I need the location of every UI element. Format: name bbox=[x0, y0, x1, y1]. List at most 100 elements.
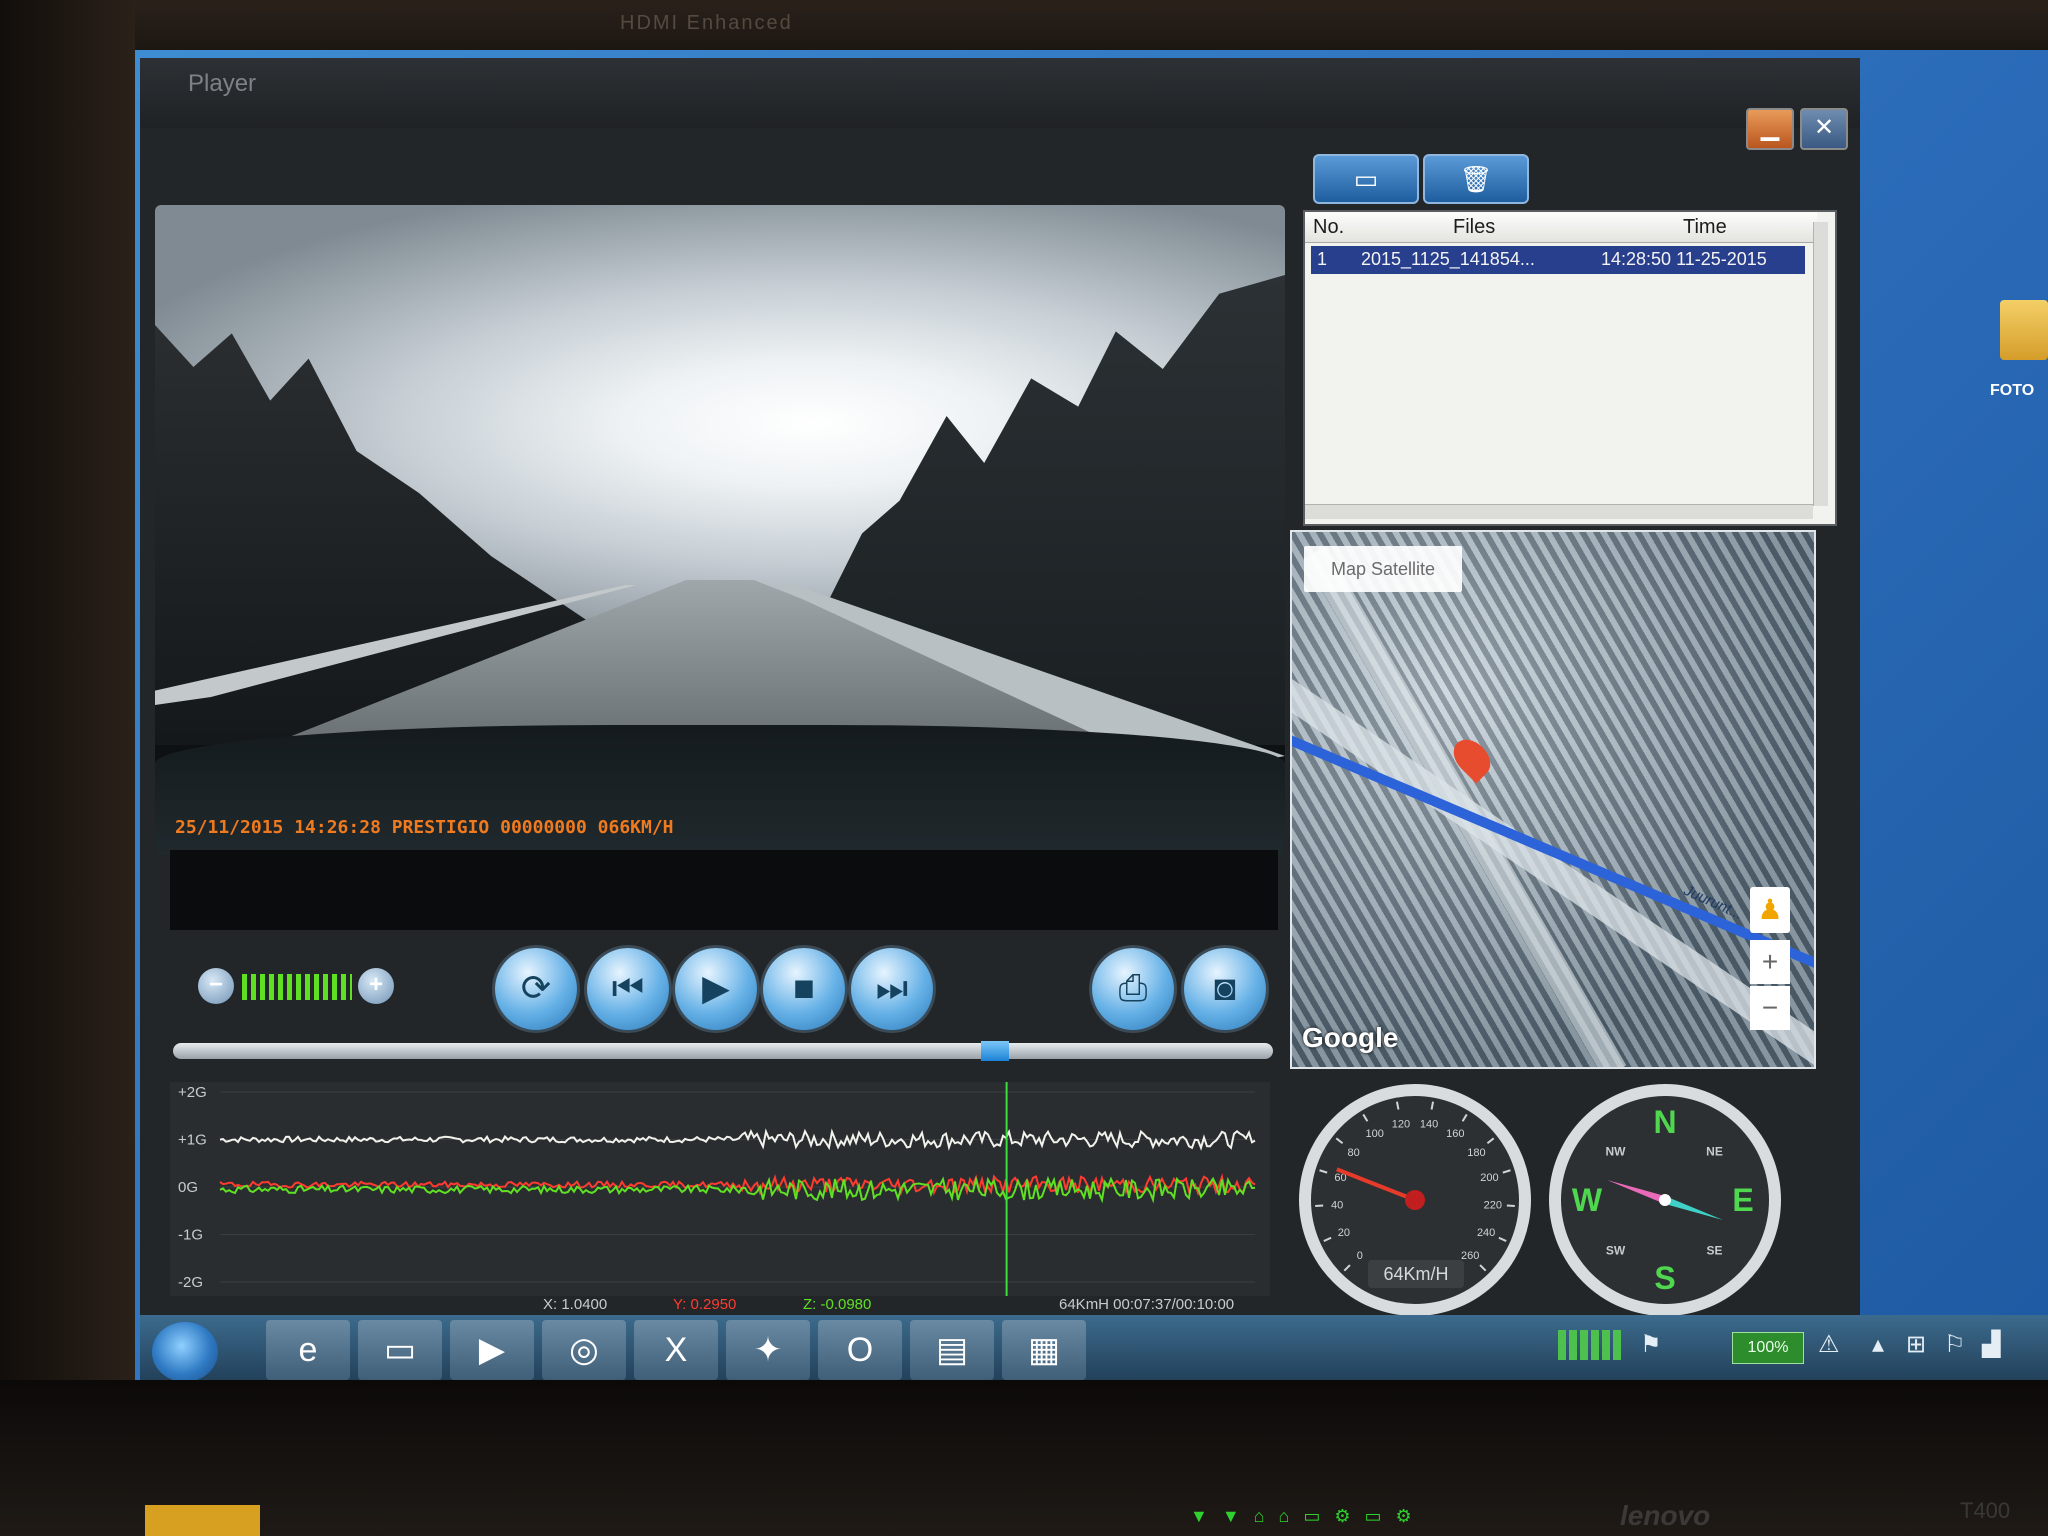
taskbar-app-button[interactable]: X bbox=[634, 1320, 718, 1380]
action-center-icon[interactable]: ⚐ bbox=[1944, 1330, 1966, 1359]
compass-label: SE bbox=[1706, 1243, 1722, 1257]
tray-arrow-icon[interactable]: ▴ bbox=[1872, 1330, 1884, 1359]
file-list-header: No. Files Time bbox=[1305, 212, 1817, 243]
speedometer-tick-label: 180 bbox=[1467, 1147, 1485, 1159]
loop-button[interactable]: ⟳ bbox=[495, 948, 577, 1030]
taskbar-app-button[interactable]: ▤ bbox=[910, 1320, 994, 1380]
print-button[interactable]: ⎙ bbox=[1092, 948, 1174, 1030]
media-player-icon: ▶ bbox=[478, 1331, 506, 1369]
taskbar-app-button[interactable]: ✦ bbox=[726, 1320, 810, 1380]
speedometer-tick-label: 120 bbox=[1392, 1118, 1410, 1130]
trash-icon: 🗑 bbox=[1459, 164, 1493, 194]
video-frame[interactable]: 25/11/2015 14:26:28 PRESTIGIO 00000000 0… bbox=[155, 205, 1285, 855]
next-icon: ⏭ bbox=[875, 967, 909, 1008]
wireless-icon[interactable]: ⚑ bbox=[1640, 1330, 1662, 1359]
play-icon: ▶ bbox=[702, 967, 730, 1008]
speedometer-tick-label: 20 bbox=[1338, 1227, 1350, 1239]
player-icon: ▦ bbox=[1027, 1331, 1061, 1369]
player-titlebar[interactable] bbox=[140, 58, 1860, 128]
excel-icon: X bbox=[664, 1331, 688, 1369]
g-sensor-tick-label: 0G bbox=[178, 1179, 198, 1196]
volume-down-button[interactable]: − bbox=[198, 968, 234, 1004]
compass-label: SW bbox=[1606, 1243, 1626, 1257]
compass-label: NW bbox=[1606, 1145, 1627, 1159]
map-view[interactable]: Map Satellite Juurunt... ♟ + − Google bbox=[1290, 530, 1816, 1069]
stop-button[interactable]: ■ bbox=[763, 948, 845, 1030]
seek-thumb[interactable] bbox=[980, 1041, 1009, 1061]
speedometer-tick-label: 0 bbox=[1357, 1250, 1363, 1262]
google-logo: Google bbox=[1302, 1022, 1399, 1053]
file-list-vertical-scrollbar[interactable] bbox=[1813, 222, 1828, 506]
open-folder-button[interactable]: ▭ bbox=[1313, 154, 1419, 204]
map-zoom-in-button[interactable]: + bbox=[1750, 940, 1790, 984]
compass-gauge: N NE E SE S SW W NW bbox=[1549, 1084, 1781, 1316]
speedometer-tick-label: 40 bbox=[1331, 1200, 1343, 1212]
windows-flag-icon[interactable]: ⊞ bbox=[1906, 1330, 1926, 1359]
signal-strength-icon[interactable] bbox=[1558, 1330, 1622, 1360]
monitor-bezel-left bbox=[0, 0, 135, 1536]
map-zoom-out-button[interactable]: − bbox=[1750, 986, 1790, 1030]
brand-text: HDMI Enhanced bbox=[620, 12, 793, 34]
minimize-button[interactable]: ▁ bbox=[1746, 108, 1794, 150]
desktop-folder-icon[interactable] bbox=[2000, 300, 2048, 360]
model-label: T400 bbox=[1960, 1498, 2011, 1523]
file-name: 2015_1125_141854... bbox=[1361, 249, 1535, 269]
readout-z: Z: -0.0980 bbox=[803, 1296, 872, 1313]
column-header-files[interactable]: Files bbox=[1453, 216, 1495, 239]
taskbar-app-button[interactable]: ◎ bbox=[542, 1320, 626, 1380]
taskbar-app-button[interactable]: ▭ bbox=[358, 1320, 442, 1380]
speedometer-tick-label: 220 bbox=[1484, 1200, 1502, 1212]
speedometer-tick-label: 140 bbox=[1420, 1118, 1438, 1130]
loop-icon: ⟳ bbox=[520, 967, 552, 1008]
speedometer-tick-label: 80 bbox=[1347, 1147, 1359, 1159]
pegman-icon[interactable]: ♟ bbox=[1750, 887, 1790, 933]
readout-x: X: 1.0400 bbox=[543, 1296, 608, 1313]
previous-icon: ⏮ bbox=[611, 967, 645, 1008]
column-header-no[interactable]: No. bbox=[1313, 216, 1344, 239]
network-icon[interactable]: ▟ bbox=[1982, 1330, 2000, 1359]
map-type-toggle[interactable]: Map Satellite bbox=[1304, 546, 1462, 592]
window-title: Player bbox=[188, 70, 257, 97]
play-button[interactable]: ▶ bbox=[675, 948, 757, 1030]
column-header-time[interactable]: Time bbox=[1683, 216, 1727, 239]
volume-up-button[interactable]: + bbox=[358, 968, 394, 1004]
speed-readout: 64Km/H bbox=[1368, 1260, 1464, 1288]
seek-bar[interactable] bbox=[173, 1041, 1273, 1061]
close-button[interactable]: ✕ bbox=[1800, 108, 1848, 150]
g-sensor-plot: +2G +1G 0G -1G -2G bbox=[170, 1082, 1270, 1296]
file-list-horizontal-scrollbar[interactable] bbox=[1305, 504, 1813, 519]
file-list-row[interactable]: 1 2015_1125_141854... 14:28:50 11-25-201… bbox=[1311, 246, 1805, 274]
speedometer-tick-label: 260 bbox=[1461, 1250, 1479, 1262]
explorer-icon: ▭ bbox=[383, 1331, 417, 1369]
volume-level-bar[interactable] bbox=[242, 974, 352, 1000]
battery-indicator[interactable]: 100% bbox=[1732, 1332, 1804, 1364]
chrome-icon: ◎ bbox=[569, 1331, 599, 1369]
file-list[interactable]: No. Files Time 1 2015_1125_141854... 14:… bbox=[1303, 210, 1837, 526]
compass-label: W bbox=[1572, 1182, 1603, 1218]
speedometer-tick bbox=[1395, 1101, 1400, 1110]
taskbar-app-button[interactable]: ▦ bbox=[1002, 1320, 1086, 1380]
volume-control[interactable]: − + bbox=[198, 968, 400, 1008]
speedometer-tick-label: 240 bbox=[1477, 1227, 1495, 1239]
file-number: 1 bbox=[1317, 249, 1328, 269]
speedometer-tick-label: 160 bbox=[1446, 1128, 1464, 1140]
previous-button[interactable]: ⏮ bbox=[587, 948, 669, 1030]
speedometer-tick bbox=[1430, 1101, 1435, 1110]
delete-button[interactable]: 🗑 bbox=[1423, 154, 1529, 204]
start-button[interactable] bbox=[152, 1322, 218, 1382]
taskbar-app-button[interactable]: e bbox=[266, 1320, 350, 1380]
internet-explorer-icon: e bbox=[298, 1331, 318, 1369]
next-button[interactable]: ⏭ bbox=[851, 948, 933, 1030]
warning-icon[interactable]: ⚠ bbox=[1818, 1330, 1840, 1359]
speedometer-tick-label: 200 bbox=[1480, 1172, 1498, 1184]
speedometer-tick-label: 100 bbox=[1365, 1128, 1383, 1140]
compass-label: N bbox=[1653, 1104, 1676, 1140]
stop-icon: ■ bbox=[793, 967, 815, 1008]
desktop-folder-label: FOTO bbox=[1990, 382, 2035, 399]
taskbar-app-button[interactable]: ▶ bbox=[450, 1320, 534, 1380]
snapshot-button[interactable]: ◙ bbox=[1184, 948, 1266, 1030]
taskbar-app-button[interactable]: O bbox=[818, 1320, 902, 1380]
camera-icon: ◙ bbox=[1214, 967, 1236, 1008]
g-sensor-tick-label: +1G bbox=[178, 1132, 207, 1149]
g-sensor-chart[interactable]: +2G +1G 0G -1G -2G bbox=[170, 1082, 1270, 1308]
